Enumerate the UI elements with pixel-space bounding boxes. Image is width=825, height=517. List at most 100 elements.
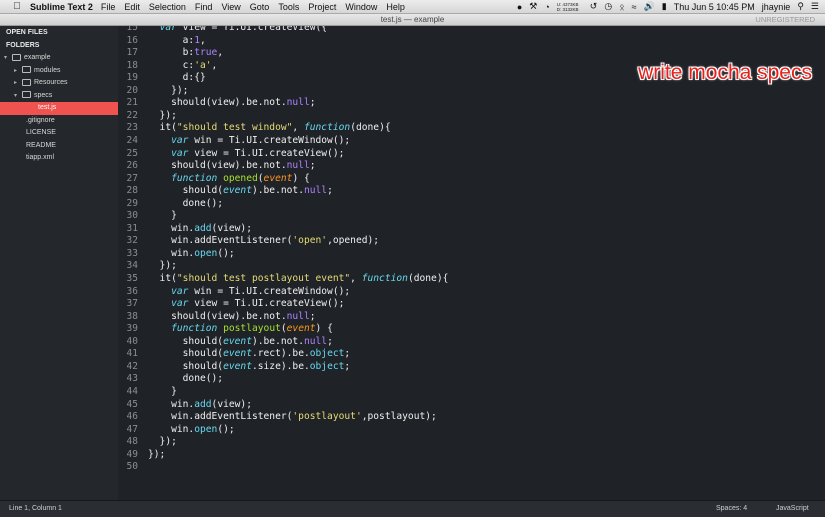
code-token: ; [327, 185, 333, 197]
code-token: event [223, 185, 252, 197]
time-machine-icon[interactable]: ↺ [590, 1, 598, 12]
tree-file[interactable]: README [0, 140, 118, 153]
record-icon[interactable]: ● [517, 2, 522, 12]
code-token: .size).be. [251, 360, 310, 372]
datetime[interactable]: Thu Jun 5 10:45 PM [674, 2, 755, 12]
code-line[interactable]: win.open(); [148, 424, 235, 435]
code-token: (view); [211, 222, 252, 234]
menu-help[interactable]: Help [386, 2, 405, 12]
menu-edit[interactable]: Edit [124, 2, 140, 12]
code-line[interactable]: should(view).be.not.null; [148, 310, 315, 322]
code-token: }); [148, 84, 189, 96]
code-token: postlayout [223, 323, 281, 335]
menu-view[interactable]: View [221, 2, 240, 12]
code-line[interactable]: should(view).be.not.null; [148, 97, 315, 108]
code-token: event [263, 172, 293, 184]
code-line[interactable]: should(event).be.not.null; [148, 185, 333, 196]
code-line[interactable]: win.add(view); [148, 223, 252, 234]
open-files-header[interactable]: OPEN FILES [0, 26, 118, 39]
disclosure-open-icon[interactable]: ▾ [4, 52, 12, 65]
tree-folder[interactable]: ▾ example [0, 52, 118, 65]
wifi-icon[interactable]: ≈ [632, 2, 637, 12]
sidebar: OPEN FILES FOLDERS ▾ example ▸ modules ▸ Reso… [0, 26, 118, 500]
code-token: ,postlayout); [361, 411, 437, 423]
code-token: should( [148, 348, 224, 360]
code-token: } [148, 385, 177, 397]
code-line[interactable]: it("should test window", function(done){ [148, 122, 391, 133]
menu-file[interactable]: File [101, 2, 116, 12]
tree-file[interactable]: test.js [0, 102, 118, 115]
code-line[interactable]: done(); [148, 373, 223, 384]
code-line[interactable]: } [148, 210, 177, 221]
code-line[interactable]: function opened(event) { [148, 173, 310, 184]
disclosure-closed-icon[interactable]: ▸ [14, 65, 22, 78]
code-line[interactable]: should(view).be.not.null; [148, 160, 315, 171]
tree-folder[interactable]: ▾ specs [0, 90, 118, 103]
tree-file[interactable]: .gitignore [0, 115, 118, 128]
menu-selection[interactable]: Selection [149, 2, 186, 12]
battery-icon[interactable]: ▮ [662, 1, 667, 12]
code-line[interactable]: a:1, [148, 35, 206, 46]
code-editor[interactable]: 15 16 17 18 19 20 21 22 23 24 25 26 27 28 29 30 31 32 33 34… [118, 26, 825, 500]
bluetooth-icon[interactable]: ᛟ [619, 2, 624, 12]
code-line[interactable]: } [148, 386, 177, 397]
code-line[interactable]: done(); [148, 198, 223, 209]
code-line[interactable]: var win = Ti.UI.createWindow(); [148, 286, 350, 297]
code-line[interactable]: var view = Ti.UI.createView(); [148, 148, 344, 159]
spotlight-icon[interactable]: ⚲ [797, 1, 804, 12]
code-line[interactable]: }); [148, 85, 188, 96]
code-line[interactable]: d:{} [148, 72, 206, 83]
code-line[interactable]: }); [148, 449, 165, 460]
menu-goto[interactable]: Goto [250, 2, 270, 12]
code-line[interactable]: win.addEventListener('open',opened); [148, 235, 379, 246]
syntax-mode[interactable]: JavaScript [776, 501, 809, 517]
disclosure-closed-icon[interactable]: ▸ [14, 77, 22, 90]
menu-window[interactable]: Window [345, 2, 377, 12]
code-token: view = Ti.UI.createView(); [188, 298, 345, 310]
tree-folder[interactable]: ▸ modules [0, 65, 118, 78]
code-line[interactable]: b:true, [148, 47, 223, 58]
code-line[interactable]: var win = Ti.UI.createWindow(); [148, 135, 350, 146]
menu-list-icon[interactable]: ☰ [811, 1, 819, 12]
code-token: ,opened); [327, 235, 380, 247]
code-line[interactable]: c:'a', [148, 60, 218, 71]
code-token: done(); [148, 373, 224, 385]
tree-file[interactable]: tiapp.xml [0, 152, 118, 165]
app-menu[interactable]: Sublime Text 2 [30, 2, 93, 12]
clock-icon[interactable]: ◷ [604, 1, 612, 12]
code-line[interactable]: }); [148, 260, 177, 271]
code-line[interactable]: win.open(); [148, 248, 235, 259]
menu-project[interactable]: Project [308, 2, 336, 12]
menu-tools[interactable]: Tools [278, 2, 299, 12]
code-token: event [223, 360, 252, 372]
code-line[interactable]: var view = Ti.UI.createView(); [148, 298, 344, 309]
code-line[interactable]: win.addEventListener('postlayout',postla… [148, 411, 437, 422]
disclosure-open-icon[interactable]: ▾ [14, 90, 22, 103]
menu-find[interactable]: Find [195, 2, 213, 12]
code-line[interactable]: should(event).be.not.null; [148, 336, 333, 347]
folders-header[interactable]: FOLDERS [0, 39, 118, 52]
code-token: (done){ [350, 122, 391, 134]
code-line[interactable]: it("should test postlayout event", funct… [148, 273, 449, 284]
code-token: it( [148, 273, 177, 284]
tree-file[interactable]: LICENSE [0, 127, 118, 140]
line-number: 44 [126, 385, 138, 397]
folder-icon [22, 66, 31, 74]
code-line[interactable]: function postlayout(event) { [148, 323, 333, 334]
gauge-icon[interactable]: ◔ [544, 2, 549, 12]
code-token: should(view).be.not. [148, 310, 287, 322]
code-line[interactable]: should(event.size).be.object; [148, 360, 351, 372]
code-line[interactable]: }); [148, 436, 177, 447]
code-line[interactable]: var view = Ti.UI.createView({ [148, 26, 328, 33]
code-line[interactable]: should(event.rect).be.object; [148, 348, 351, 360]
code-line[interactable]: win.add(view); [148, 399, 252, 410]
wrench-icon[interactable]: ⚒ [529, 1, 537, 12]
tree-folder[interactable]: ▸ Resources [0, 77, 118, 90]
apple-menu-icon[interactable]:  [10, 1, 24, 12]
code-line[interactable]: }); [148, 110, 177, 121]
user-name[interactable]: jhaynie [762, 2, 791, 12]
indentation-setting[interactable]: Spaces: 4 [716, 501, 747, 517]
volume-icon[interactable]: 🔊 [644, 1, 655, 12]
